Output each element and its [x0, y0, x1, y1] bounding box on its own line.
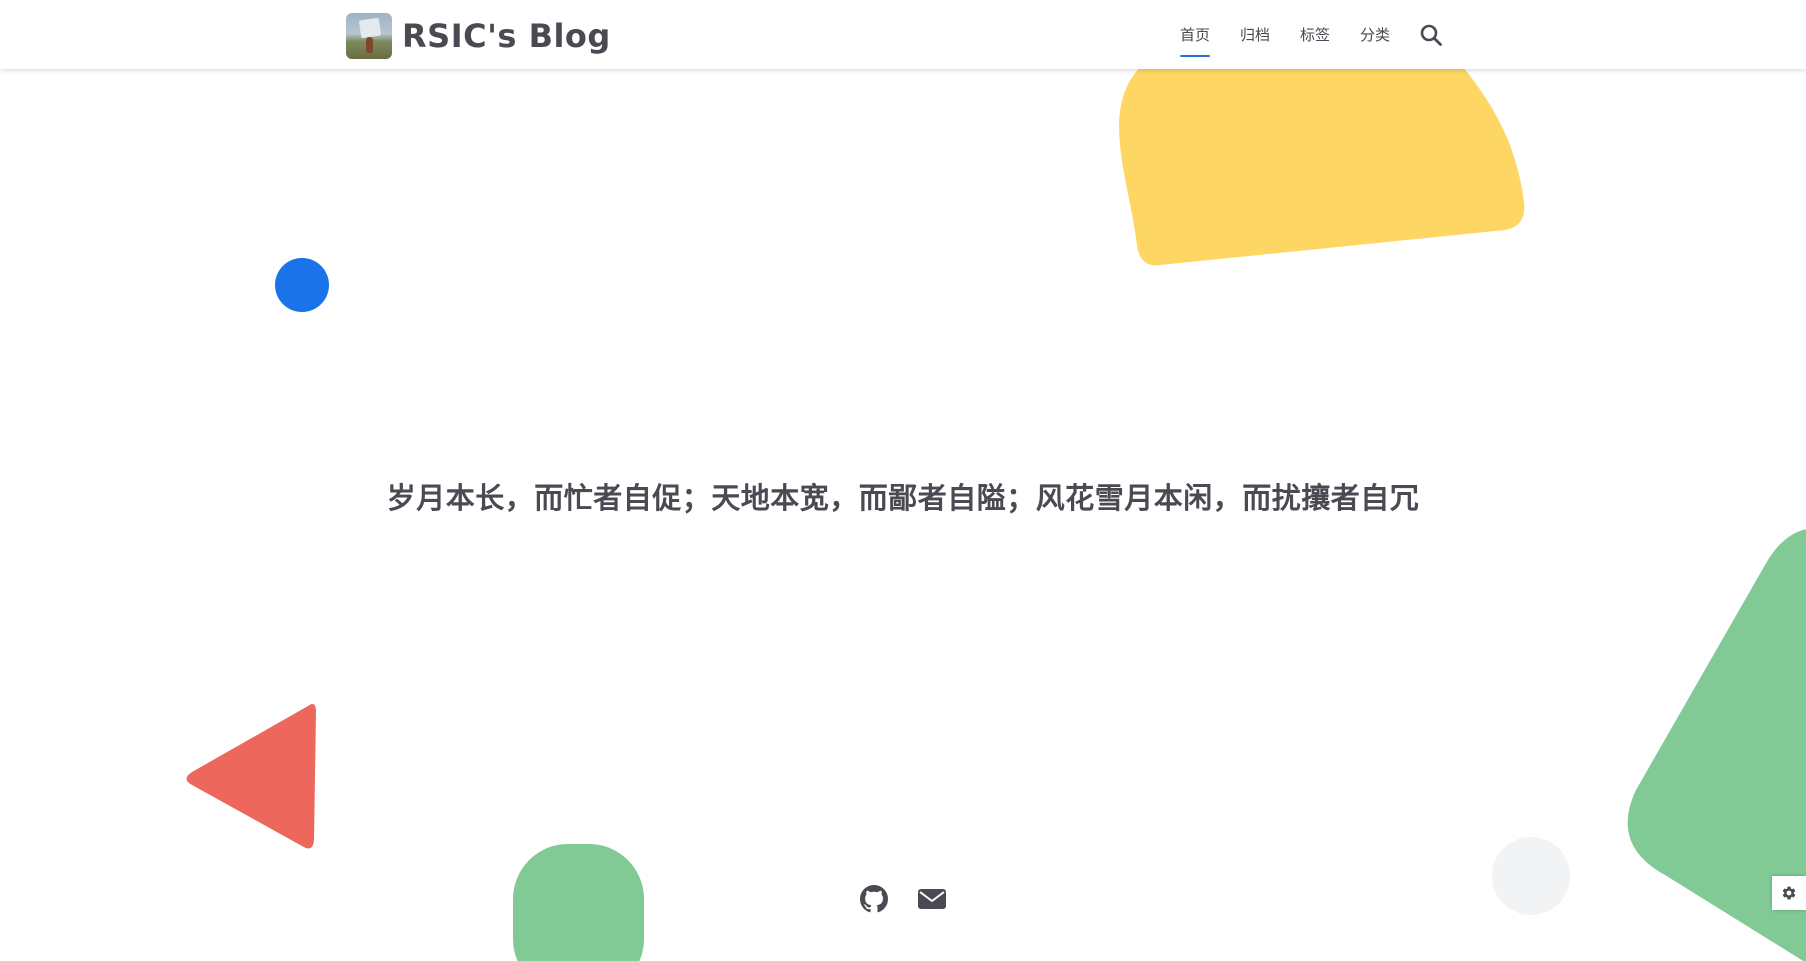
search-button[interactable] [1418, 22, 1444, 48]
page: RSIC's Blog 首页 归档 标签 分类 岁月本长，而忙者自促；天地本宽，… [0, 0, 1806, 961]
site-title: RSIC's Blog [402, 17, 611, 55]
nav-item-tags[interactable]: 标签 [1300, 18, 1330, 51]
main-nav: 首页 归档 标签 分类 [1180, 0, 1444, 69]
search-icon [1420, 24, 1442, 46]
red-triangle-shape [186, 704, 316, 849]
hero-section: 岁月本长，而忙者自促；天地本宽，而鄙者自隘；风花雪月本闲，而扰攘者自冗 [0, 475, 1806, 517]
settings-button[interactable] [1772, 876, 1806, 910]
blue-circle-shape [275, 258, 329, 312]
github-link[interactable] [859, 884, 889, 914]
github-icon [860, 885, 888, 913]
nav-item-home[interactable]: 首页 [1180, 18, 1211, 57]
email-link[interactable] [917, 884, 947, 914]
nav-item-categories[interactable]: 分类 [1360, 18, 1390, 51]
social-links [0, 884, 1806, 914]
nav-item-archive[interactable]: 归档 [1240, 18, 1270, 51]
hero-quote: 岁月本长，而忙者自促；天地本宽，而鄙者自隘；风花雪月本闲，而扰攘者自冗 [386, 481, 1420, 515]
avatar-flag-detail [358, 17, 382, 39]
yellow-semicircle-shape [1119, 40, 1525, 266]
top-navbar: RSIC's Blog 首页 归档 标签 分类 [0, 0, 1806, 69]
email-icon [918, 889, 946, 909]
gear-icon [1782, 886, 1796, 900]
site-brand-link[interactable]: RSIC's Blog [346, 13, 611, 59]
avatar-person-detail [366, 37, 373, 53]
site-avatar [346, 13, 392, 59]
